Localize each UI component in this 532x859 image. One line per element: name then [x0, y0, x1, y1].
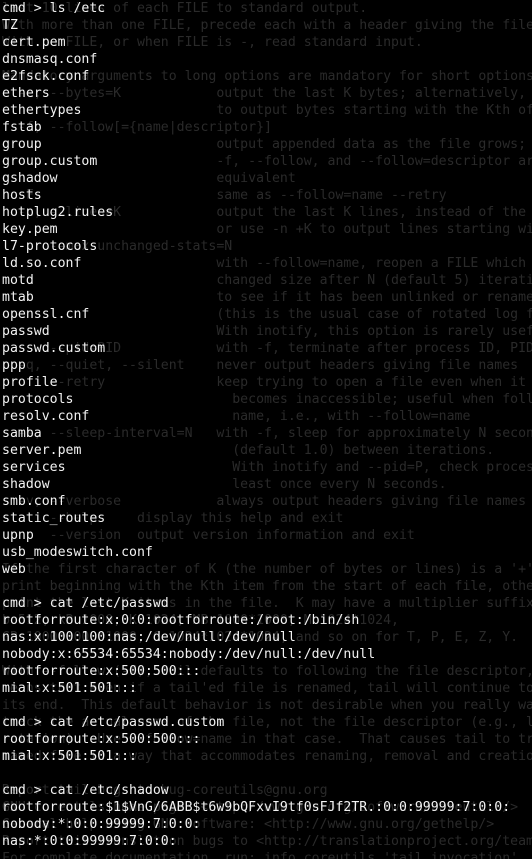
output-line: key.pem — [2, 222, 58, 237]
output-line: usb_modeswitch.conf — [2, 545, 153, 560]
output-line: e2fsck.conf — [2, 69, 90, 84]
command-line: cmd > cat /etc/passwd.custom — [2, 715, 225, 730]
output-line: passwd.custom — [2, 341, 106, 356]
output-line: rootforroute:x:500:500::: — [2, 664, 201, 679]
output-line: mial:x:501:501::: — [2, 749, 137, 764]
terminal-output[interactable]: cmd > ls /etc TZ cert.pem dnsmasq.conf e2fsc… — [2, 0, 510, 850]
ghost-line: For complete documentation, run: info co… — [2, 851, 519, 859]
output-line: static_routes — [2, 511, 106, 526]
output-line: nas:*:0:0:99999:7:0:0: — [2, 834, 177, 849]
output-line: gshadow — [2, 171, 58, 186]
output-line: shadow — [2, 477, 50, 492]
output-line: ethers — [2, 86, 50, 101]
output-line: TZ — [2, 18, 18, 33]
output-line: samba — [2, 426, 42, 441]
output-line: openssl.cnf — [2, 307, 90, 322]
output-line: profile — [2, 375, 58, 390]
output-line: mtab — [2, 290, 34, 305]
output-line: nobody:x:65534:65534:nobody:/dev/null:/d… — [2, 647, 376, 662]
command-line: cmd > cat /etc/passwd — [2, 596, 169, 611]
output-line: services — [2, 460, 66, 475]
output-line: ppp — [2, 358, 26, 373]
command-line: cmd > cat /etc/shadow — [2, 783, 169, 798]
output-line: hosts — [2, 188, 42, 203]
output-line: group — [2, 137, 42, 152]
output-line: ld.so.conf — [2, 256, 82, 271]
output-line: group.custom — [2, 154, 98, 169]
output-line: nobody:*:0:0:99999:7:0:0: — [2, 817, 201, 832]
output-line: rootforroute:$1$VnG/6ABB$t6w9bQFxvI9tf0s… — [2, 800, 511, 815]
output-line: protocols — [2, 392, 74, 407]
terminal-window[interactable]: last 10 lines of each FILE to standard o… — [0, 0, 532, 859]
output-line: fstab — [2, 120, 42, 135]
output-line: cert.pem — [2, 35, 66, 50]
output-line: web — [2, 562, 26, 577]
command-line: cmd > ls /etc — [2, 1, 106, 16]
output-line: rootforroute:x:0:0:rootforroute:/root:/b… — [2, 613, 360, 628]
output-line: rootforroute:x:500:500::: — [2, 732, 201, 747]
output-line: smb.conf — [2, 494, 66, 509]
output-line: resolv.conf — [2, 409, 90, 424]
output-line: passwd — [2, 324, 50, 339]
output-line: hotplug2.rules — [2, 205, 114, 220]
output-line: motd — [2, 273, 34, 288]
output-line: server.pem — [2, 443, 82, 458]
output-line: upnp — [2, 528, 34, 543]
output-line: l7-protocols — [2, 239, 98, 254]
output-line: ethertypes — [2, 103, 82, 118]
output-line: dnsmasq.conf — [2, 52, 98, 67]
output-line: nas:x:100:100:nas:/dev/null:/dev/null — [2, 630, 296, 645]
output-line: mial:x:501:501::: — [2, 681, 137, 696]
